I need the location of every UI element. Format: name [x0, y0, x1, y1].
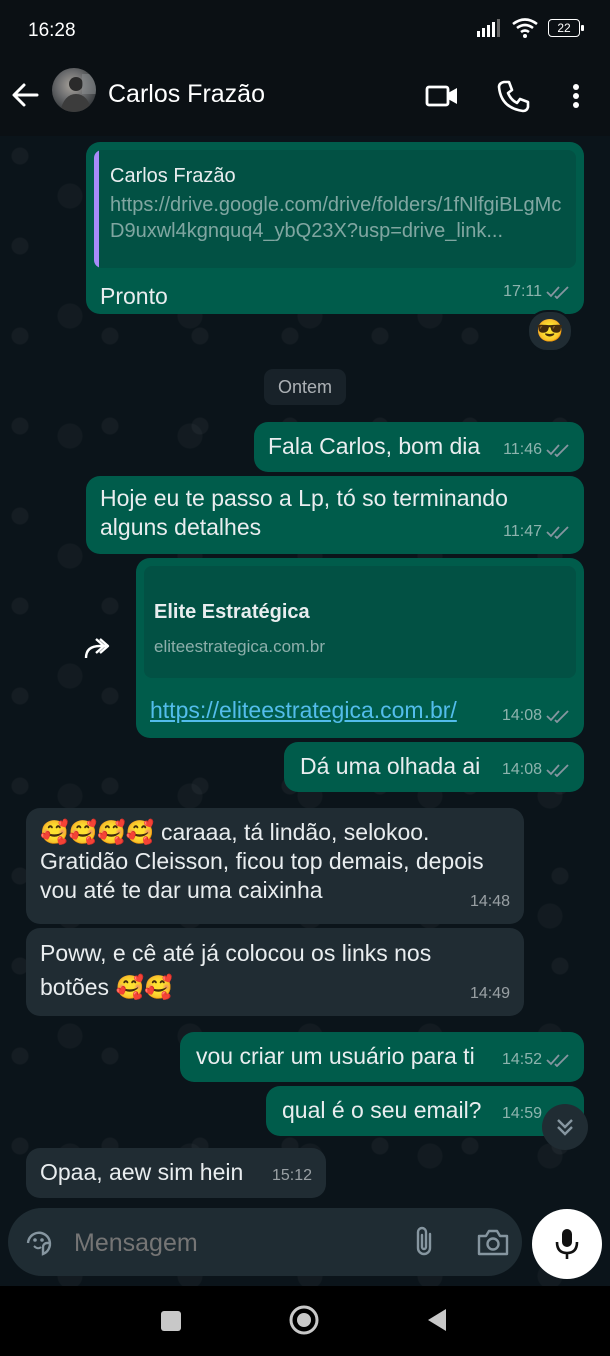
avatar[interactable]: [52, 68, 96, 112]
status-time: 16:28: [28, 20, 76, 41]
reaction-emoji: 😎: [536, 318, 564, 343]
message-text: Fala Carlos, bom dia: [268, 433, 481, 459]
quoted-message[interactable]: Carlos Frazão https://drive.google.com/d…: [94, 150, 576, 268]
message-meta: 11:46: [503, 435, 570, 464]
read-ticks-icon: [546, 709, 569, 723]
link-preview-card[interactable]: Elite Estratégica eliteestrategica.com.b…: [144, 566, 576, 678]
quoted-author: Carlos Frazão: [110, 165, 236, 187]
message-meta: 14:49: [470, 979, 510, 1008]
message-time: 11:46: [503, 441, 542, 458]
message-meta: 17:11: [503, 277, 570, 306]
paperclip-icon[interactable]: [410, 1226, 440, 1258]
read-ticks-icon: [546, 1053, 569, 1067]
status-bar: 16:28 22: [0, 0, 610, 60]
message-bubble-outgoing[interactable]: Hoje eu te passo a Lp, tó so terminando …: [86, 476, 584, 554]
chat-header: Carlos Frazão: [0, 60, 610, 136]
system-nav-bar: [0, 1286, 610, 1356]
emoji-sticker-icon[interactable]: [24, 1228, 54, 1258]
message-meta: 14:52: [502, 1045, 570, 1074]
battery-icon: 22: [548, 19, 584, 37]
message-text: Poww, e cê até já colocou os links nos b…: [40, 940, 432, 1000]
message-bubble-outgoing[interactable]: Dá uma olhada ai 14:08: [284, 742, 584, 792]
message-text: qual é o seu email?: [282, 1097, 482, 1123]
chat-area[interactable]: Carlos Frazão https://drive.google.com/d…: [0, 136, 610, 1286]
message-time: 14:52: [501, 1051, 542, 1068]
message-meta: 11:47: [503, 517, 570, 546]
message-composer[interactable]: [8, 1208, 522, 1276]
quoted-text: https://drive.google.com/drive/folders/1…: [110, 194, 562, 242]
message-text: vou criar um usuário para ti: [196, 1043, 475, 1069]
message-text: Pronto: [100, 283, 168, 309]
forward-icon[interactable]: [76, 626, 122, 672]
status-icons: 22: [476, 18, 584, 38]
video-call-icon[interactable]: [424, 78, 460, 114]
message-time: 11:47: [503, 523, 542, 540]
recents-icon[interactable]: [160, 1310, 182, 1332]
read-ticks-icon: [546, 285, 569, 299]
message-time: 15:12: [271, 1167, 312, 1184]
message-time: 14:59: [501, 1105, 542, 1122]
arrow-left-icon[interactable]: [10, 80, 40, 110]
message-bubble-outgoing[interactable]: Fala Carlos, bom dia 11:46: [254, 422, 584, 472]
mic-button[interactable]: [532, 1209, 602, 1279]
quote-accent-bar: [94, 150, 99, 268]
message-link[interactable]: https://eliteestrategica.com.br/: [150, 696, 457, 725]
message-bubble-outgoing[interactable]: Carlos Frazão https://drive.google.com/d…: [86, 142, 584, 314]
message-input[interactable]: [72, 1228, 376, 1259]
message-text: Dá uma olhada ai: [300, 753, 481, 779]
message-text: Opaa, aew sim hein: [40, 1159, 244, 1185]
message-time: 14:08: [501, 707, 542, 724]
camera-icon[interactable]: [476, 1226, 510, 1258]
wifi-icon: [512, 18, 538, 38]
read-ticks-icon: [546, 525, 569, 539]
message-bubble-outgoing[interactable]: Elite Estratégica eliteestrategica.com.b…: [136, 558, 584, 738]
more-vert-icon[interactable]: [560, 78, 592, 114]
message-text: Hoje eu te passo a Lp, tó so terminando …: [100, 485, 508, 540]
message-time: 14:08: [501, 761, 542, 778]
link-preview-domain: eliteestrategica.com.br: [154, 637, 326, 656]
message-text: 🥰🥰🥰🥰 caraaa, tá lindão, selokoo. Gratidã…: [40, 819, 484, 903]
message-time: 14:49: [469, 985, 510, 1002]
scroll-to-bottom-button[interactable]: [542, 1104, 588, 1150]
message-bubble-outgoing[interactable]: vou criar um usuário para ti 14:52: [180, 1032, 584, 1082]
message-meta: 14:08: [502, 701, 570, 730]
message-bubble-incoming[interactable]: 🥰🥰🥰🥰 caraaa, tá lindão, selokoo. Gratidã…: [26, 808, 524, 924]
message-time: 17:11: [503, 283, 542, 300]
message-meta: 15:12: [272, 1161, 312, 1190]
message-meta: 14:48: [470, 887, 510, 916]
home-icon[interactable]: [288, 1304, 320, 1336]
phone-icon[interactable]: [496, 78, 532, 114]
message-meta: 14:08: [502, 755, 570, 784]
signal-icon: [477, 19, 500, 37]
reaction-badge[interactable]: 😎: [527, 310, 573, 352]
message-time: 14:48: [469, 893, 510, 910]
read-ticks-icon: [546, 763, 569, 777]
back-nav-icon[interactable]: [426, 1308, 448, 1332]
link-preview-title: Elite Estratégica: [154, 601, 310, 623]
message-bubble-incoming[interactable]: Poww, e cê até já colocou os links nos b…: [26, 928, 524, 1016]
message-bubble-outgoing[interactable]: qual é o seu email? 14:59: [266, 1086, 584, 1136]
contact-name[interactable]: Carlos Frazão: [108, 80, 265, 109]
read-ticks-icon: [546, 443, 569, 457]
mic-icon: [555, 1229, 579, 1259]
date-separator: Ontem: [264, 369, 346, 405]
double-chevron-down-icon: [557, 1119, 573, 1136]
message-bubble-incoming[interactable]: Opaa, aew sim hein 15:12: [26, 1148, 326, 1198]
